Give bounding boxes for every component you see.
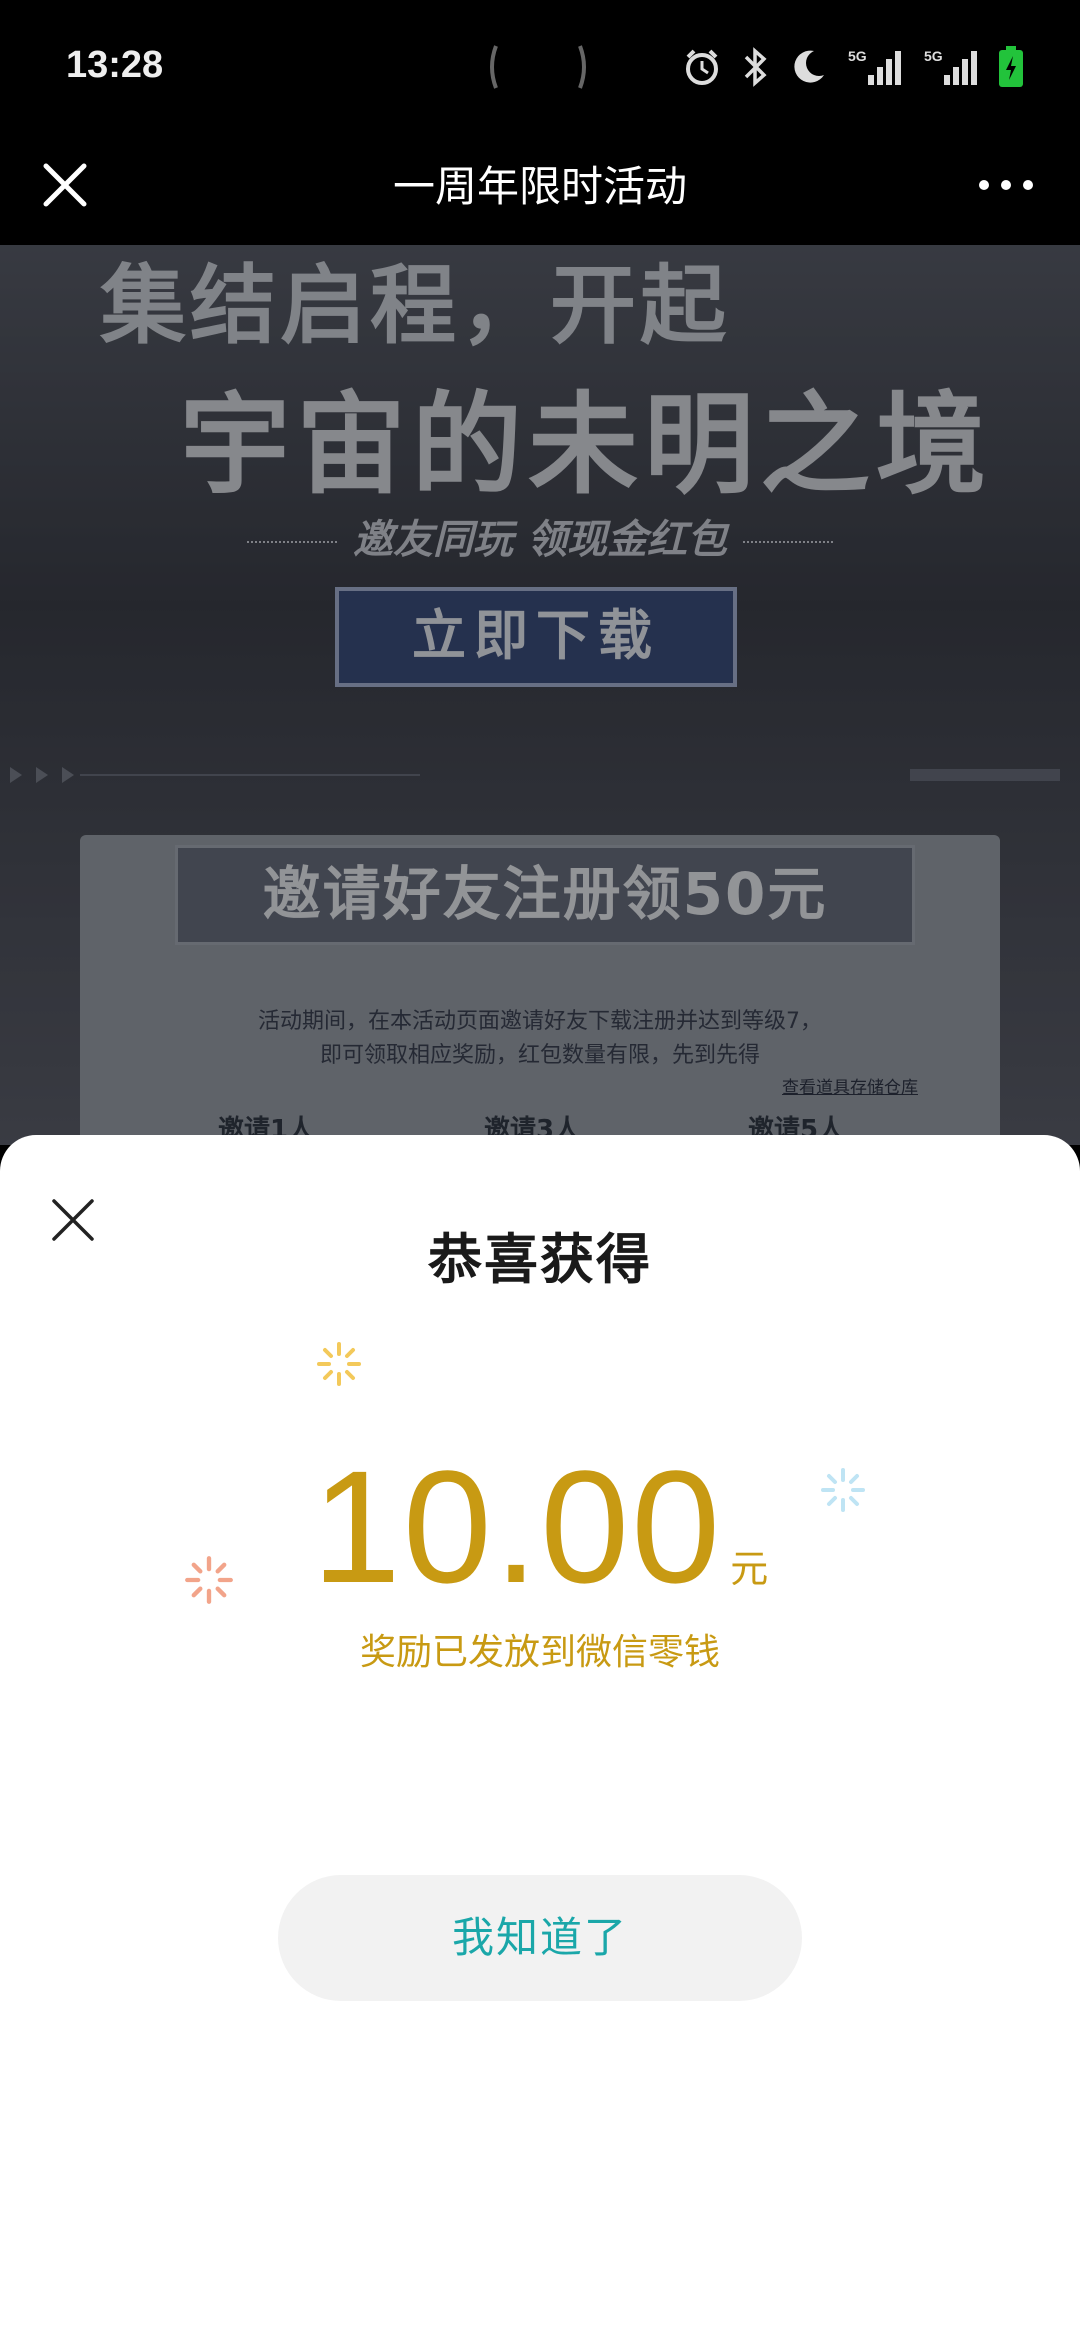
svg-text:5G: 5G — [924, 48, 943, 64]
signal-5g-icon: 5G — [924, 48, 977, 85]
reward-unit: 元 — [730, 1547, 769, 1591]
sparkle-icon — [317, 1342, 361, 1386]
alarm-icon — [686, 49, 718, 85]
reward-amount-row: 10.00 元 — [0, 1435, 1080, 1619]
sheet-title: 恭喜获得 — [428, 1228, 652, 1291]
more-options-icon[interactable] — [976, 165, 1036, 205]
signal-5g-icon: 5G — [848, 48, 901, 85]
reward-amount: 10.00 — [311, 1437, 723, 1616]
modal-dim-overlay[interactable] — [0, 245, 1080, 1145]
reward-note: 奖励已发放到微信零钱 — [359, 1632, 720, 1673]
status-icons: 5G 5G — [682, 46, 1024, 88]
title-bar: 一周年限时活动 — [0, 135, 1080, 245]
status-bar: 13:28 5G 5G — [0, 0, 1080, 135]
battery-charging-icon — [999, 46, 1023, 87]
confirm-button[interactable]: 我知道了 — [278, 1875, 802, 2001]
reward-sheet: 恭喜获得 10.00 元 奖励已发放到微信零钱 我知道了 — [0, 1135, 1080, 2344]
camera-cutout-icon — [490, 45, 586, 89]
status-time: 13:28 — [66, 44, 164, 86]
activity-page-background: 集结启程，开起 宇宙的未明之境 邀友同玩 领现金红包 立即下载 邀请好友注册领5… — [0, 245, 1080, 1145]
svg-text:5G: 5G — [848, 48, 867, 64]
bluetooth-icon — [744, 47, 767, 87]
page-title: 一周年限时活动 — [392, 162, 687, 211]
moon-icon — [794, 50, 824, 83]
